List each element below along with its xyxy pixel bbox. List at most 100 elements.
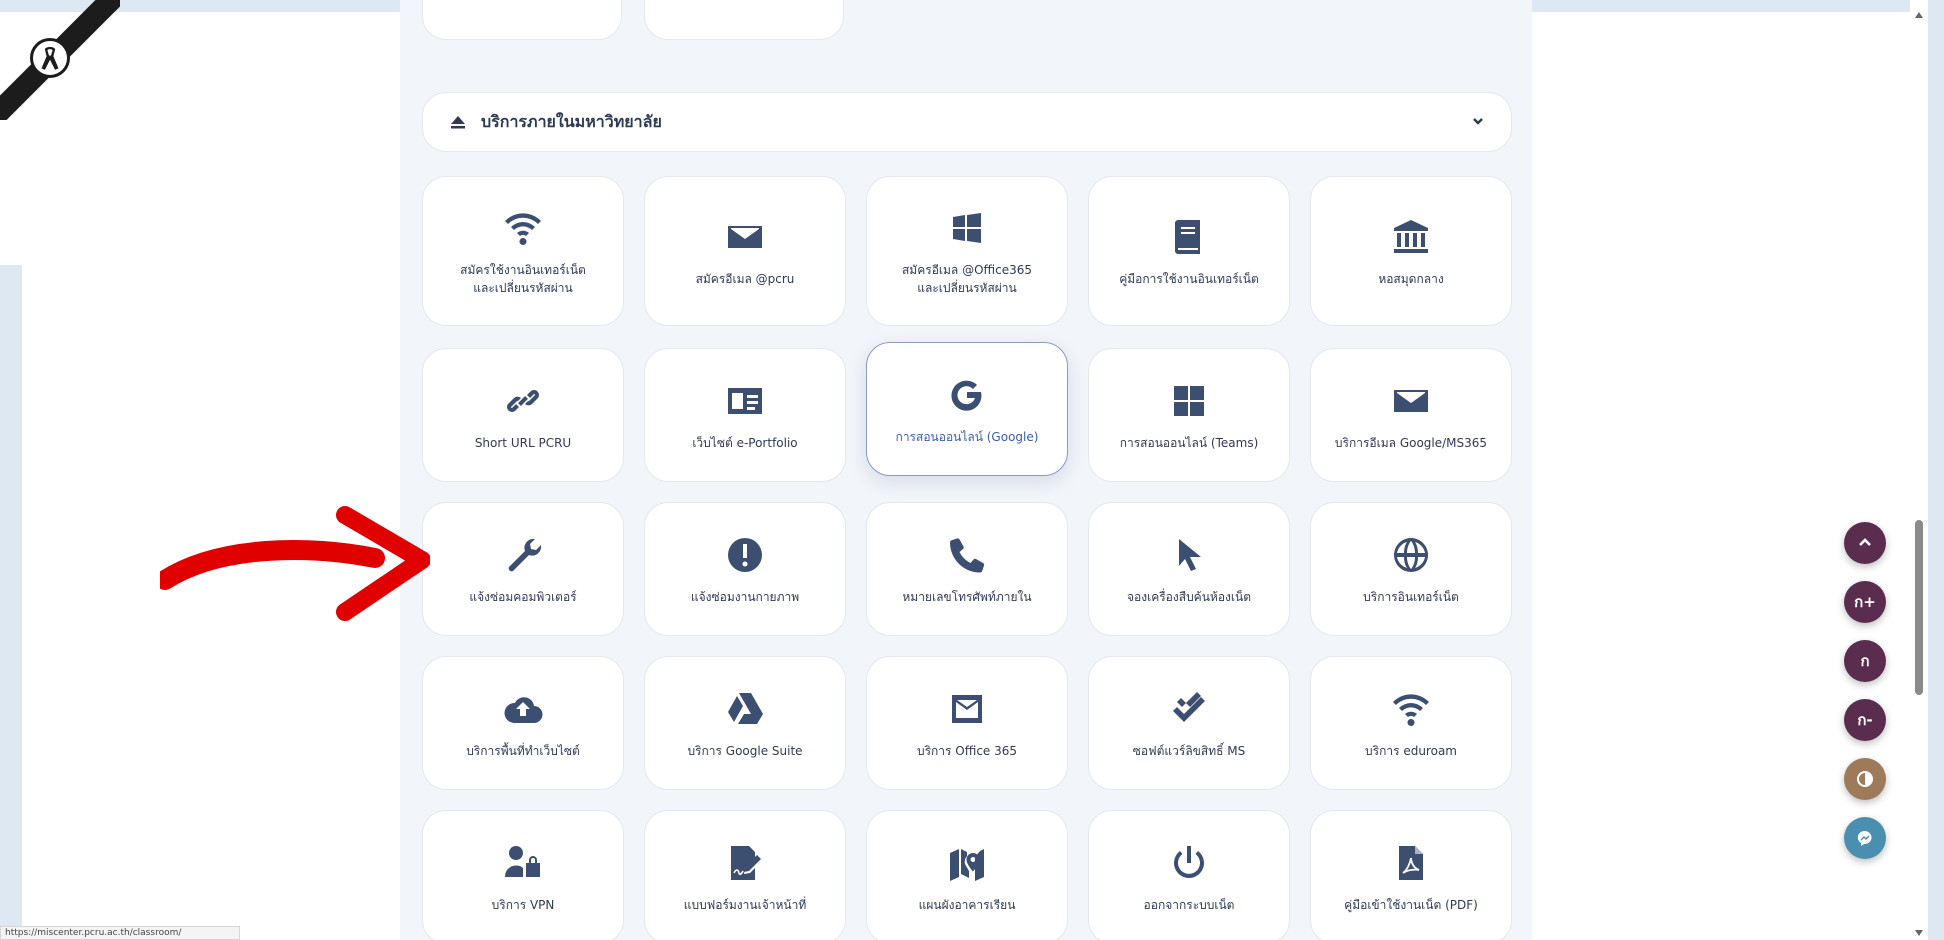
- id-card-icon: [722, 378, 768, 424]
- font-decrease-icon: ก-: [1857, 711, 1873, 729]
- font-decrease-button[interactable]: ก-: [1844, 699, 1886, 741]
- service-label: บริการพื้นที่ทำเว็บไซต์: [466, 744, 580, 758]
- section-header-university-services[interactable]: บริการภายในมหาวิทยาลัย: [422, 92, 1512, 152]
- service-label: หอสมุดกลาง: [1378, 272, 1444, 286]
- section-title: บริการภายในมหาวิทยาลัย: [481, 111, 662, 131]
- google-drive-icon: [722, 686, 768, 732]
- pdf-icon: [1388, 840, 1434, 886]
- service-label: เว็บไซต์ e-Portfolio: [692, 436, 798, 450]
- google-icon: [944, 372, 990, 418]
- service-card[interactable]: จองเครื่องสืบค้นห้องเน็ต: [1088, 502, 1290, 636]
- service-card[interactable]: แจ้งซ่อมงานกายภาพ: [644, 502, 846, 636]
- service-label: บริการ Office 365: [916, 744, 1018, 758]
- service-label: บริการอินเทอร์เน็ต: [1363, 590, 1459, 604]
- signature-icon: [722, 840, 768, 886]
- service-card[interactable]: สมัครอีเมล @pcru: [644, 176, 846, 326]
- map-pin-icon: [944, 840, 990, 886]
- service-card[interactable]: ออกจากระบบเน็ต: [1088, 810, 1290, 940]
- service-label: การสอนออนไลน์ (Google): [895, 430, 1039, 444]
- envelope-square-icon: [944, 686, 990, 732]
- ribbon-badge-icon: [30, 38, 70, 78]
- service-card[interactable]: บริการพื้นที่ทำเว็บไซต์: [422, 656, 624, 790]
- service-label: บริการ eduroam: [1365, 744, 1457, 758]
- eject-icon: [449, 113, 467, 131]
- service-card[interactable]: บริการ VPN: [422, 810, 624, 940]
- service-label: Short URL PCRU: [474, 436, 572, 450]
- service-card[interactable]: แจ้งซ่อมคอมพิวเตอร์: [422, 502, 624, 636]
- service-label: ซอฟต์แวร์ลิขสิทธิ์ MS: [1132, 744, 1246, 758]
- service-label: บริการอีเมล Google/MS365: [1334, 436, 1488, 450]
- service-card[interactable]: การสอนออนไลน์ (Google): [866, 342, 1068, 476]
- double-check-icon: [1166, 686, 1212, 732]
- service-card[interactable]: คู่มือการใช้งานอินเทอร์เน็ต: [1088, 176, 1290, 326]
- service-card[interactable]: บริการ Office 365: [866, 656, 1068, 790]
- service-card[interactable]: หอสมุดกลาง: [1310, 176, 1512, 326]
- service-label: แบบฟอร์มงานเจ้าหน้าที่: [683, 898, 807, 912]
- mourning-ribbon: [0, 0, 120, 120]
- library-icon: [1388, 214, 1434, 260]
- service-card[interactable]: หมายเลขโทรศัพท์ภายใน: [866, 502, 1068, 636]
- partial-card[interactable]: [644, 0, 844, 40]
- service-label: การสอนออนไลน์ (Teams): [1119, 436, 1259, 450]
- wrench-icon: [500, 532, 546, 578]
- page-scrollbar[interactable]: [1910, 0, 1928, 940]
- messenger-button[interactable]: [1844, 817, 1886, 859]
- book-icon: [1166, 214, 1212, 260]
- envelope-icon: [722, 214, 768, 260]
- partial-card[interactable]: [422, 0, 622, 40]
- scroll-up-icon[interactable]: [1915, 12, 1923, 18]
- service-label: คู่มือเข้าใช้งานเน็ต (PDF): [1344, 898, 1478, 912]
- service-card[interactable]: สมัครอีเมล @Office365 และเปลี่ยนรหัสผ่าน: [866, 176, 1068, 326]
- service-card[interactable]: แบบฟอร์มงานเจ้าหน้าที่: [644, 810, 846, 940]
- service-card[interactable]: เว็บไซต์ e-Portfolio: [644, 348, 846, 482]
- service-card[interactable]: ซอฟต์แวร์ลิขสิทธิ์ MS: [1088, 656, 1290, 790]
- chevron-down-icon[interactable]: [1471, 113, 1485, 132]
- service-label: คู่มือการใช้งานอินเทอร์เน็ต: [1119, 272, 1259, 286]
- service-card[interactable]: แผนผังอาคารเรียน: [866, 810, 1068, 940]
- service-card[interactable]: บริการ Google Suite: [644, 656, 846, 790]
- cloud-upload-icon: [500, 686, 546, 732]
- service-label: แผนผังอาคารเรียน: [918, 898, 1016, 912]
- link-icon: [500, 378, 546, 424]
- user-lock-icon: [500, 840, 546, 886]
- font-reset-button[interactable]: ก: [1844, 640, 1886, 682]
- service-label: บริการ Google Suite: [687, 744, 803, 758]
- phone-icon: [944, 532, 990, 578]
- service-label: บริการ VPN: [491, 898, 555, 912]
- left-background-band: [0, 265, 22, 940]
- status-url: https://miscenter.pcru.ac.th/classroom/: [0, 926, 240, 940]
- power-icon: [1166, 840, 1212, 886]
- service-card[interactable]: บริการ eduroam: [1310, 656, 1512, 790]
- red-arrow-pointer: [160, 506, 430, 621]
- service-label: แจ้งซ่อมงานกายภาพ: [690, 590, 800, 604]
- windows-icon: [944, 205, 990, 251]
- service-card[interactable]: บริการอินเทอร์เน็ต: [1310, 502, 1512, 636]
- wifi-icon: [1388, 686, 1434, 732]
- windows-grid-icon: [1166, 378, 1212, 424]
- service-card[interactable]: การสอนออนไลน์ (Teams): [1088, 348, 1290, 482]
- service-label: สมัครใช้งานอินเทอร์เน็ต และเปลี่ยนรหัสผ่…: [460, 263, 586, 295]
- envelope-icon: [1388, 378, 1434, 424]
- chevron-up-icon: [1859, 538, 1871, 546]
- chevron-up-button[interactable]: [1844, 522, 1886, 564]
- scroll-down-icon[interactable]: [1915, 930, 1923, 936]
- service-label: สมัครอีเมล @Office365 และเปลี่ยนรหัสผ่าน: [901, 263, 1033, 295]
- service-label: แจ้งซ่อมคอมพิวเตอร์: [469, 590, 577, 604]
- service-card[interactable]: Short URL PCRU: [422, 348, 624, 482]
- pointer-icon: [1166, 532, 1212, 578]
- service-card[interactable]: บริการอีเมล Google/MS365: [1310, 348, 1512, 482]
- service-card[interactable]: คู่มือเข้าใช้งานเน็ต (PDF): [1310, 810, 1512, 940]
- globe-icon: [1388, 532, 1434, 578]
- contrast-icon: [1857, 771, 1873, 787]
- messenger-icon: [1857, 830, 1872, 846]
- font-increase-button[interactable]: ก+: [1844, 581, 1886, 623]
- exclamation-icon: [722, 532, 768, 578]
- service-label: สมัครอีเมล @pcru: [695, 272, 795, 286]
- service-label: หมายเลขโทรศัพท์ภายใน: [902, 590, 1032, 604]
- service-card[interactable]: สมัครใช้งานอินเทอร์เน็ต และเปลี่ยนรหัสผ่…: [422, 176, 624, 326]
- wifi-icon: [500, 205, 546, 251]
- scroll-thumb[interactable]: [1915, 520, 1923, 695]
- service-label: ออกจากระบบเน็ต: [1143, 898, 1235, 912]
- contrast-button[interactable]: [1844, 758, 1886, 800]
- service-label: จองเครื่องสืบค้นห้องเน็ต: [1127, 590, 1251, 604]
